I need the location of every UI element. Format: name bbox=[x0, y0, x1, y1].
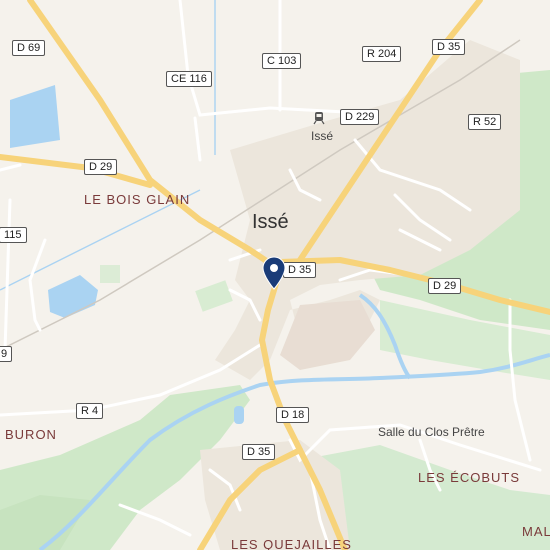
train-station-icon[interactable] bbox=[313, 111, 325, 130]
place-label-mal[interactable]: MAL bbox=[522, 524, 550, 539]
pond-south bbox=[234, 406, 244, 424]
place-label-le-bois-glain[interactable]: LE BOIS GLAIN bbox=[84, 192, 190, 207]
road-shield-r52: R 52 bbox=[468, 114, 502, 130]
road-shield-r4: R 4 bbox=[76, 403, 104, 419]
place-label-les-ecobuts[interactable]: LES ÉCOBUTS bbox=[418, 470, 520, 485]
town-label-isse[interactable]: Issé bbox=[252, 211, 289, 234]
road-shield-d29-east: D 29 bbox=[428, 278, 462, 294]
place-label-les-quejailles[interactable]: LES QUEJAILLES bbox=[231, 537, 352, 550]
road-shield-r204: R 204 bbox=[362, 46, 402, 62]
road-shield-d69: D 69 bbox=[12, 40, 46, 56]
place-label-buron[interactable]: BURON bbox=[5, 427, 57, 442]
station-label[interactable]: Issé bbox=[311, 129, 333, 143]
road-shield-d18: D 18 bbox=[276, 407, 310, 423]
road-shield-d35-south: D 35 bbox=[242, 444, 276, 460]
road-shield-d9-edge: 9 bbox=[0, 346, 13, 362]
road-shield-d29-west: D 29 bbox=[84, 159, 118, 175]
map-canvas[interactable]: D 69 C 103 R 204 D 35 CE 116 D 229 R 52 … bbox=[0, 0, 550, 550]
road-shield-c103: C 103 bbox=[262, 53, 302, 69]
road-shield-d35-top: D 35 bbox=[432, 39, 466, 55]
map-pin-icon[interactable] bbox=[262, 256, 286, 295]
road-shield-d35-center: D 35 bbox=[283, 262, 317, 278]
road-shield-d229: D 229 bbox=[340, 109, 380, 125]
poi-label-salle-du-clos-pretre[interactable]: Salle du Clos Prêtre bbox=[378, 425, 485, 439]
road-shield-d115: 115 bbox=[0, 227, 27, 243]
green-small-2 bbox=[100, 265, 120, 283]
road-shield-ce116: CE 116 bbox=[166, 71, 212, 87]
